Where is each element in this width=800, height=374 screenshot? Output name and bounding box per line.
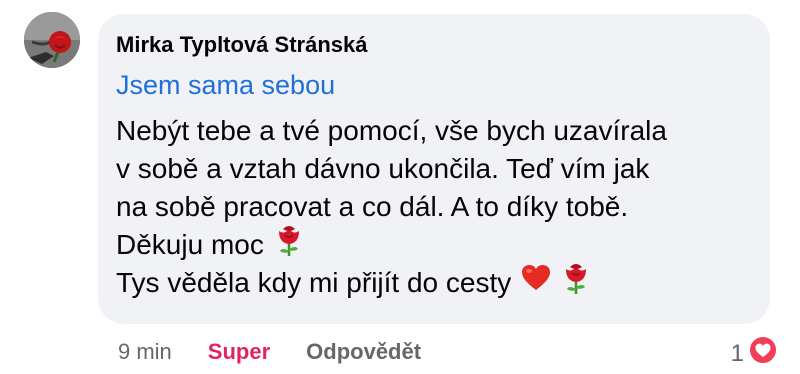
comment-line: v sobě a vztah dávno ukončila. Teď vím j… xyxy=(116,150,667,188)
comment-line-text: Nebýt tebe a tvé pomocí, vše bych uzavír… xyxy=(116,115,667,146)
author-badge[interactable]: Jsem sama sebou xyxy=(116,70,335,101)
comment-line: Děkuju moc xyxy=(116,226,667,264)
comment-timestamp[interactable]: 9 min xyxy=(118,339,172,365)
heart-icon xyxy=(521,264,551,302)
comment-line-text: Tys věděla kdy mi přijít do cesty xyxy=(116,267,512,298)
comment-line: Tys věděla kdy mi přijít do cesty xyxy=(116,264,667,302)
comment-line-text: v sobě a vztah dávno ukončila. Teď vím j… xyxy=(116,153,650,184)
comment-view: Mirka Typltová Stránská Jsem sama sebou … xyxy=(0,0,800,374)
comment-line: na sobě pracovat a co dál. A to díky tob… xyxy=(116,188,667,226)
avatar[interactable] xyxy=(24,12,80,68)
comment-actions: 9 min Super Odpovědět xyxy=(118,337,421,367)
rose-icon xyxy=(561,261,591,305)
like-button[interactable]: Super xyxy=(208,339,270,365)
comment-line-text: Děkuju moc xyxy=(116,229,264,260)
comment-bubble: Mirka Typltová Stránská Jsem sama sebou … xyxy=(98,14,770,324)
reply-button[interactable]: Odpovědět xyxy=(306,339,421,365)
comment-line-text: na sobě pracovat a co dál. A to díky tob… xyxy=(116,191,629,222)
reaction-count: 1 xyxy=(730,339,744,367)
love-reaction-icon xyxy=(748,335,778,372)
rose-icon xyxy=(274,223,304,267)
avatar-rose-image xyxy=(24,12,80,68)
comment-line: Nebýt tebe a tvé pomocí, vše bych uzavír… xyxy=(116,112,667,150)
comment-text: Nebýt tebe a tvé pomocí, vše bych uzavír… xyxy=(116,112,667,302)
comment-author[interactable]: Mirka Typltová Stránská xyxy=(116,32,367,58)
reaction-summary[interactable]: 1 xyxy=(731,335,778,372)
